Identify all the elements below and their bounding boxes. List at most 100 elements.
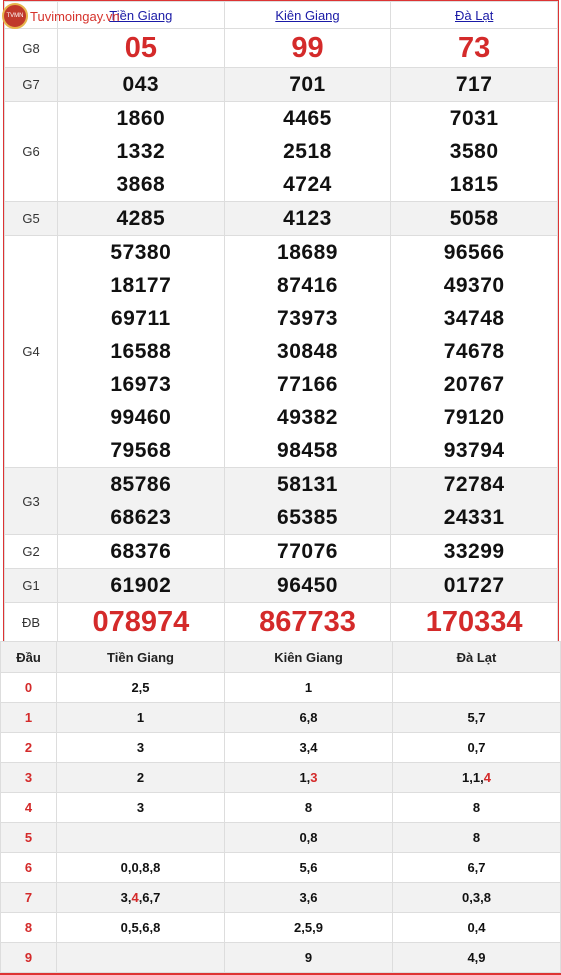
prize-number: 7031 [449, 107, 499, 130]
tail-digits: 4,9 [467, 950, 486, 965]
tail-digits-cell: 1 [56, 702, 225, 733]
prize-cell: 72784 24331 [390, 467, 558, 535]
head-header-cell: Đầu [0, 641, 57, 673]
tail-digits: 3 [136, 740, 145, 755]
province-link-kien-giang[interactable]: Kiên Giang [275, 8, 339, 23]
prize-number: 68623 [110, 506, 172, 529]
prize-label: G2 [4, 534, 58, 569]
site-logo[interactable]: TVMN Tuvimoingay.vn [2, 3, 120, 29]
tail-digits: 1,1, [462, 770, 484, 785]
prize-number: 4123 [283, 207, 332, 230]
prize-number: 96566 [443, 241, 505, 264]
prize-number: 18689 [277, 241, 338, 264]
head-row: 6 0,0,8,8 5,6 6,7 [0, 852, 561, 883]
prize-number: 85786 [110, 473, 172, 496]
tail-digits: 1, [299, 770, 311, 785]
prize-number: 1815 [449, 173, 499, 196]
prize-number: 2518 [283, 140, 332, 163]
prize-number: 867733 [259, 606, 356, 638]
tail-digits: 5,6 [299, 860, 318, 875]
tail-digits: 2,5 [131, 680, 150, 695]
tail-digits-cell: 9 [224, 942, 393, 973]
prize-cell: 5058 [390, 201, 558, 236]
tail-digit-highlight: 3 [310, 770, 318, 785]
head-row: 8 0,5,6,8 2,5,9 0,4 [0, 912, 561, 943]
prize-cell: 867733 [223, 602, 392, 642]
prize-cell: 61902 [57, 568, 225, 603]
prize-cell: 4123 [223, 201, 392, 236]
province-link-da-lat[interactable]: Đà Lạt [455, 8, 493, 23]
prize-number: 99 [291, 32, 324, 64]
head-row: 5 0,8 8 [0, 822, 561, 853]
head-header-cell: Kiên Giang [224, 641, 393, 673]
logo-text: Tuvimoingay.vn [30, 8, 120, 24]
prize-number: 20767 [443, 373, 505, 396]
tail-digits: 8 [472, 830, 481, 845]
tail-digits: 0,7 [467, 740, 486, 755]
tail-digits: 3,6 [299, 890, 318, 905]
tail-digits: 0,0,8,8 [120, 860, 161, 875]
head-digit: 7 [0, 882, 57, 913]
prize-number: 96450 [277, 574, 338, 597]
prize-number: 3580 [449, 140, 499, 163]
prize-cell: 96450 [223, 568, 392, 603]
prize-row-g5: G5 4285 4123 5058 [4, 201, 558, 236]
prize-number: 18177 [110, 274, 172, 297]
prize-number: 93794 [443, 439, 505, 462]
prize-row-g2: G2 68376 77076 33299 [4, 534, 558, 569]
prize-number: 5058 [449, 207, 499, 230]
tail-digits-cell [56, 942, 225, 973]
head-row: 7 3,4,6,7 3,6 0,3,8 [0, 882, 561, 913]
prize-label: G5 [4, 201, 58, 236]
tail-digits: 0,8 [299, 830, 318, 845]
prize-cell: 99 [223, 28, 392, 68]
prize-number: 01727 [443, 574, 505, 597]
prize-row-g8: G8 05 99 73 [4, 28, 558, 68]
prize-cell: 1860 1332 3868 [57, 101, 225, 202]
prize-cell: 7031 3580 1815 [390, 101, 558, 202]
tail-digits: 1 [304, 680, 313, 695]
prize-number: 77076 [277, 540, 338, 563]
head-header-cell: Tiền Giang [56, 641, 225, 673]
tail-digits-cell: 0,5,6,8 [56, 912, 225, 943]
prize-number: 717 [455, 73, 493, 96]
prize-number: 74678 [443, 340, 505, 363]
head-row: 1 1 6,8 5,7 [0, 702, 561, 733]
prize-number: 72784 [443, 473, 505, 496]
prize-number: 79120 [443, 406, 505, 429]
prize-cell: 33299 [390, 534, 558, 569]
tail-digits-cell: 2,5,9 [224, 912, 393, 943]
prize-cell: 68376 [57, 534, 225, 569]
head-digit: 5 [0, 822, 57, 853]
head-digit: 2 [0, 732, 57, 763]
tail-digit-highlight: 4 [483, 770, 491, 785]
head-digit: 8 [0, 912, 57, 943]
prize-number: 170334 [425, 606, 523, 638]
tail-digits-cell: 3,4,6,7 [56, 882, 225, 913]
tail-digits-cell: 6,7 [392, 852, 561, 883]
prize-number: 77166 [277, 373, 338, 396]
prize-cell: 58131 65385 [223, 467, 392, 535]
head-row: 0 2,5 1 [0, 672, 561, 703]
tail-digits-cell: 1,3 [224, 762, 393, 793]
prize-number: 1332 [116, 140, 166, 163]
prize-number: 87416 [277, 274, 338, 297]
tail-digits-cell: 0,8 [224, 822, 393, 853]
prize-cell: 73 [390, 28, 558, 68]
tail-digits-cell: 2 [56, 762, 225, 793]
tail-digits-cell: 3,4 [224, 732, 393, 763]
head-digit: 1 [0, 702, 57, 733]
prize-number: 33299 [443, 540, 505, 563]
tail-digits-cell: 3 [56, 792, 225, 823]
prize-number: 68376 [110, 540, 172, 563]
prize-number: 16973 [110, 373, 172, 396]
tail-digits-cell: 2,5 [56, 672, 225, 703]
head-header-cell: Đà Lạt [392, 641, 561, 673]
tail-digits-cell [56, 822, 225, 853]
prize-number: 701 [289, 73, 326, 96]
head-digits-header-row: Đầu Tiền Giang Kiên Giang Đà Lạt [0, 641, 561, 673]
head-digit: 9 [0, 942, 57, 973]
prize-number: 98458 [277, 439, 338, 462]
tail-digits: 3, [120, 890, 132, 905]
tail-digits: 9 [304, 950, 313, 965]
